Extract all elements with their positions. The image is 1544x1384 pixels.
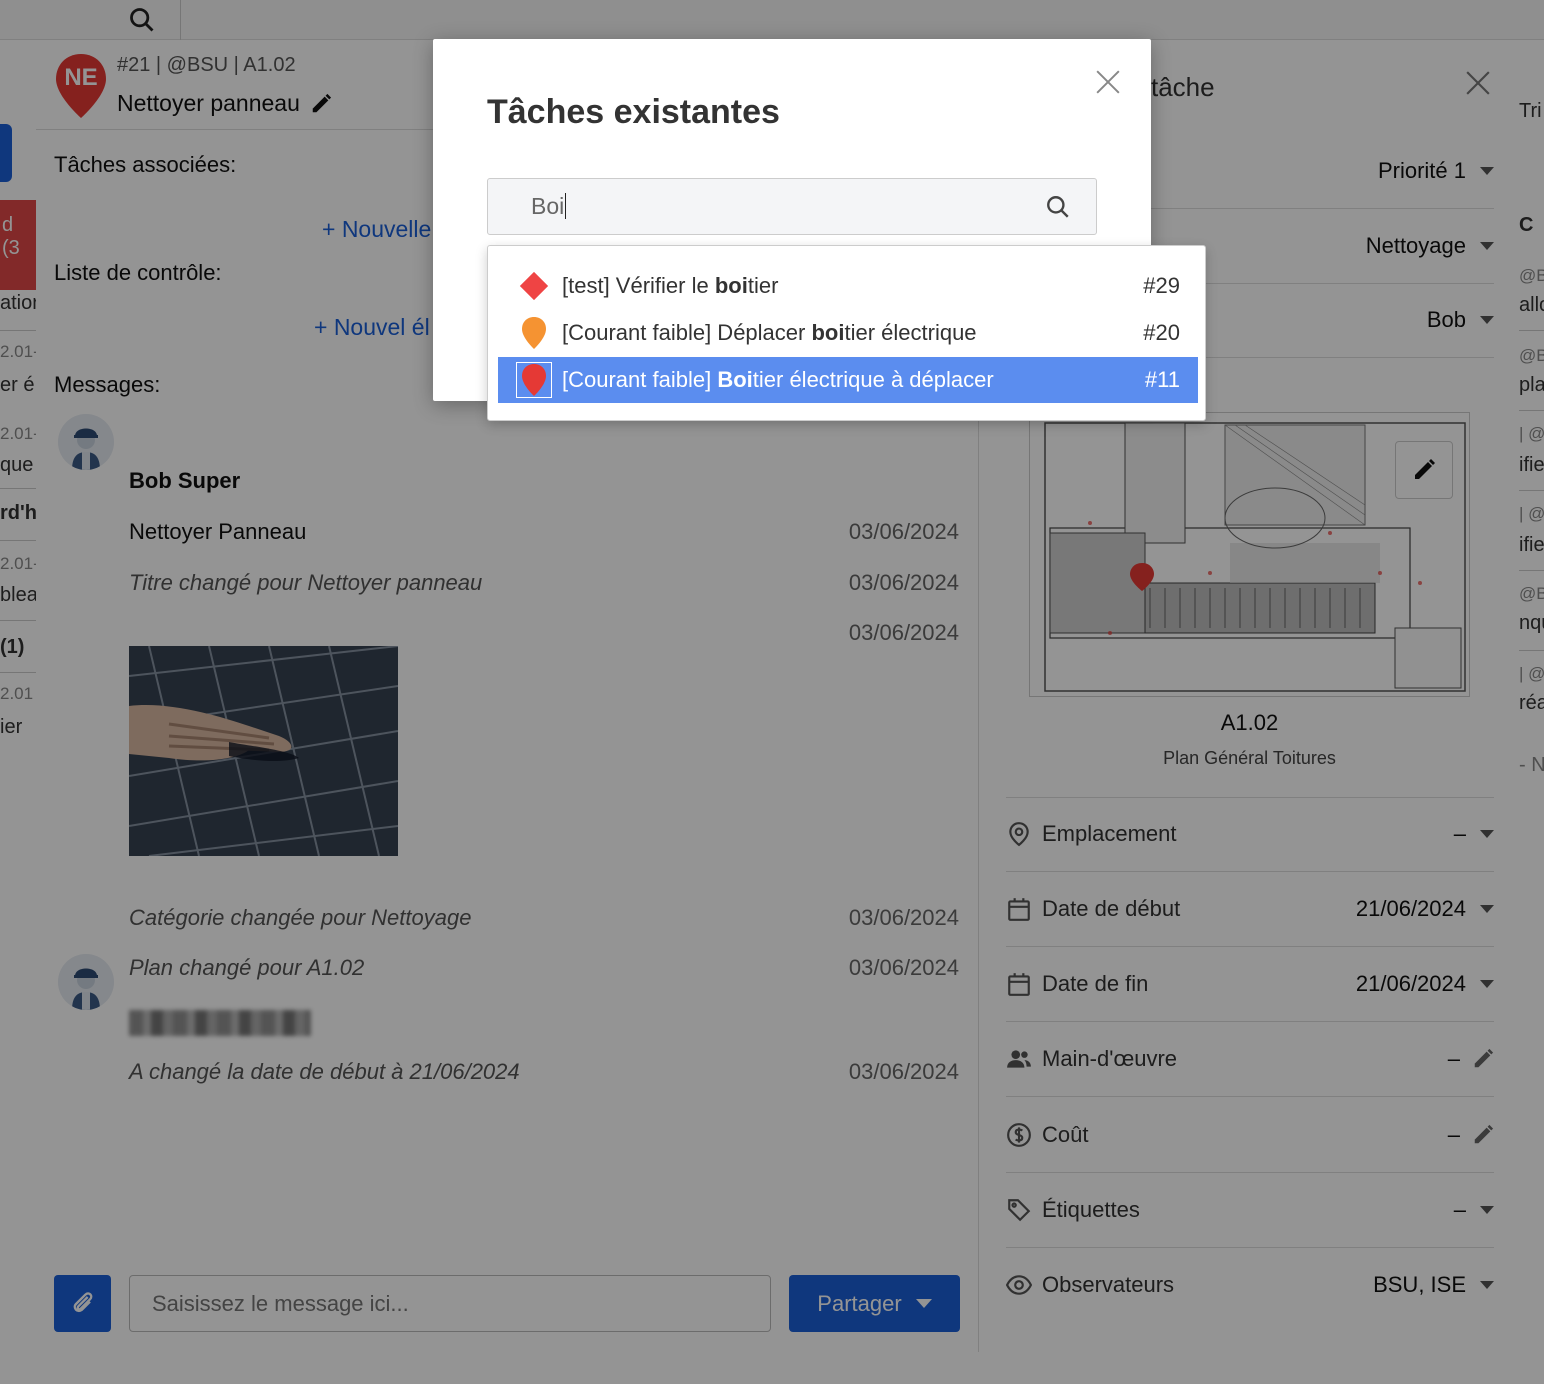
search-text: Boi: [531, 193, 565, 219]
search-icon[interactable]: [1045, 194, 1071, 220]
result-title-suffix: tier: [747, 273, 779, 298]
orange-pin-icon: [516, 315, 552, 351]
result-title-match: boi: [811, 320, 845, 345]
result-title: [Courant faible] Déplacer boitier électr…: [562, 320, 1143, 346]
result-title-match: boi: [714, 273, 748, 298]
search-results-dropdown: [test] Vérifier le boitier #29 [Courant …: [487, 245, 1206, 421]
search-result-item-selected[interactable]: [Courant faible] Boitier électrique à dé…: [498, 357, 1198, 403]
result-title-prefix: [Courant faible]: [562, 367, 718, 392]
result-title: [test] Vérifier le boitier: [562, 273, 1143, 299]
text-cursor: [565, 193, 567, 219]
result-title-suffix: tier électrique: [844, 320, 977, 345]
close-icon[interactable]: [1095, 69, 1121, 95]
result-number: #11: [1144, 367, 1180, 392]
result-title-prefix: [Courant faible] Déplacer: [562, 320, 812, 345]
red-pin-icon: [516, 362, 552, 398]
task-search-input[interactable]: Boi: [487, 178, 1097, 235]
search-result-item[interactable]: [Courant faible] Déplacer boitier électr…: [498, 310, 1198, 356]
result-number: #20: [1143, 320, 1180, 345]
dialog-title: Tâches existantes: [487, 93, 780, 131]
result-title: [Courant faible] Boitier électrique à dé…: [562, 367, 1145, 393]
result-title-suffix: tier électrique à déplacer: [752, 367, 994, 392]
result-title-prefix: [test] Vérifier le: [562, 273, 715, 298]
search-input-value: Boi: [531, 193, 567, 220]
search-result-item[interactable]: [test] Vérifier le boitier #29: [498, 263, 1198, 309]
diamond-marker-icon: [516, 268, 552, 304]
result-title-match: Boi: [717, 367, 753, 392]
result-number: #29: [1143, 273, 1180, 298]
